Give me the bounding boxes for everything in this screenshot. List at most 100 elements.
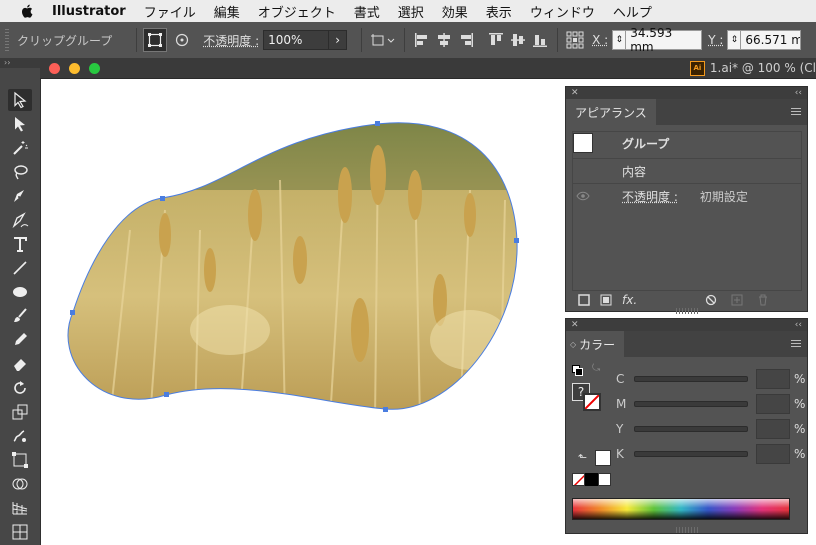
pen-tool[interactable] (8, 185, 32, 207)
x-stepper[interactable]: ⇕ (612, 30, 627, 50)
pencil-tool[interactable] (8, 329, 32, 351)
document-tab[interactable]: Ai 1.ai* @ 100 % (Cl (689, 58, 816, 78)
free-transform-tool[interactable] (8, 449, 32, 471)
appearance-opacity-row[interactable]: 不透明度 : 初期設定 (572, 183, 802, 208)
mesh-tool[interactable] (8, 521, 32, 543)
shape-builder-tool[interactable] (8, 473, 32, 495)
color-spectrum-bar[interactable] (572, 498, 790, 520)
paintbrush-tool[interactable] (8, 305, 32, 327)
add-new-fill-icon[interactable] (600, 294, 612, 306)
edit-contents-button[interactable] (171, 29, 193, 51)
black-slider[interactable] (634, 451, 748, 457)
duplicate-item-icon[interactable] (731, 294, 743, 306)
magenta-slider[interactable] (634, 401, 748, 407)
scale-tool[interactable] (8, 401, 32, 423)
line-tool[interactable] (8, 257, 32, 279)
stroke-swatch-none[interactable] (583, 393, 601, 411)
align-to-button[interactable] (368, 29, 398, 51)
x-label[interactable]: X : (592, 33, 608, 47)
align-top-button[interactable] (485, 29, 507, 51)
delete-item-icon[interactable] (757, 294, 769, 306)
rotate-tool[interactable] (8, 377, 32, 399)
tab-appearance[interactable]: アピアランス (566, 99, 656, 125)
warp-tool[interactable] (8, 425, 32, 447)
none-color-button[interactable] (572, 473, 585, 486)
y-input[interactable]: 66.571 m (741, 30, 802, 50)
control-bar-grip[interactable] (5, 29, 9, 51)
black-input[interactable] (756, 444, 790, 464)
appearance-group-row[interactable]: グループ (572, 131, 802, 155)
visibility-eye-icon[interactable] (576, 191, 590, 201)
clear-appearance-icon[interactable] (705, 294, 717, 306)
artboard-canvas[interactable] (40, 79, 565, 545)
align-left-button[interactable] (411, 29, 433, 51)
panel-resize-grip[interactable] (676, 308, 698, 314)
align-center-h-button[interactable] (433, 29, 455, 51)
y-stepper[interactable]: ⇕ (727, 30, 742, 50)
black-color-button[interactable] (585, 473, 598, 486)
align-top-icon (489, 33, 504, 45)
align-right-button[interactable] (455, 29, 477, 51)
y-value: 66.571 m (745, 33, 802, 47)
panel-menu-icon[interactable] (791, 108, 801, 116)
fx-effect-button[interactable]: fx. (622, 293, 637, 307)
last-color-swatch[interactable] (595, 450, 611, 466)
type-tool[interactable] (8, 233, 32, 255)
menu-file[interactable]: ファイル (144, 2, 196, 21)
ai-file-icon: Ai (689, 60, 705, 76)
menu-help[interactable]: ヘルプ (613, 2, 652, 21)
minimize-window-button[interactable] (69, 63, 80, 74)
yellow-input[interactable] (756, 419, 790, 439)
edit-clipping-path-button[interactable] (143, 28, 168, 52)
apple-icon[interactable] (20, 4, 34, 18)
default-colors-icon[interactable] (572, 365, 583, 376)
lasso-tool[interactable] (8, 161, 32, 183)
cyan-input[interactable] (756, 369, 790, 389)
opacity-link[interactable]: 不透明度 : (622, 188, 678, 205)
add-new-stroke-icon[interactable] (578, 294, 590, 306)
magenta-input[interactable] (756, 394, 790, 414)
opacity-label[interactable]: 不透明度 : (203, 32, 259, 49)
last-color-arrow-icon[interactable]: ⬑ (578, 451, 587, 464)
menu-view[interactable]: 表示 (486, 2, 512, 21)
ellipse-tool[interactable] (8, 281, 32, 303)
type-tool-icon (14, 237, 27, 252)
appearance-contents-row[interactable]: 内容 (572, 158, 802, 183)
menu-type[interactable]: 書式 (354, 2, 380, 21)
perspective-grid-tool[interactable] (8, 497, 32, 519)
align-middle-v-button[interactable] (507, 29, 529, 51)
menu-window[interactable]: ウィンドウ (530, 2, 595, 21)
selection-tool[interactable] (8, 89, 32, 111)
cyan-slider[interactable] (634, 376, 748, 382)
collapse-panel-icon[interactable]: ‹‹ (795, 88, 802, 98)
close-panel-icon[interactable]: ✕ (571, 320, 579, 330)
tab-color[interactable]: ◇ カラー (566, 331, 625, 357)
app-name-menu[interactable]: Illustrator (52, 4, 126, 19)
zoom-window-button[interactable] (89, 63, 100, 74)
swap-fill-stroke-icon[interactable]: ⤿ (592, 363, 600, 374)
direct-selection-tool-icon (15, 117, 25, 132)
menu-effect[interactable]: 効果 (442, 2, 468, 21)
panel-resize-grip[interactable] (676, 527, 698, 533)
reference-point-button[interactable] (564, 29, 586, 51)
menu-edit[interactable]: 編集 (214, 2, 240, 21)
black-label: K (616, 447, 624, 461)
curvature-tool[interactable] (8, 209, 32, 231)
collapse-panel-icon[interactable]: ‹‹ (795, 320, 802, 330)
align-bottom-button[interactable] (529, 29, 551, 51)
yellow-slider[interactable] (634, 426, 748, 432)
close-panel-icon[interactable]: ✕ (571, 88, 579, 98)
menu-select[interactable]: 選択 (398, 2, 424, 21)
opacity-popup-button[interactable]: › (329, 30, 348, 50)
magic-wand-tool[interactable] (8, 137, 32, 159)
opacity-input[interactable]: 100% (263, 30, 330, 50)
panel-menu-icon[interactable] (791, 340, 801, 348)
lasso-tool-icon (14, 165, 28, 180)
menu-object[interactable]: オブジェクト (258, 2, 336, 21)
y-label[interactable]: Y : (708, 33, 723, 47)
white-color-button[interactable] (598, 473, 611, 486)
eraser-tool[interactable] (8, 353, 32, 375)
x-input[interactable]: 34.593 mm (626, 26, 703, 54)
direct-selection-tool[interactable] (8, 113, 32, 135)
close-window-button[interactable] (49, 63, 60, 74)
